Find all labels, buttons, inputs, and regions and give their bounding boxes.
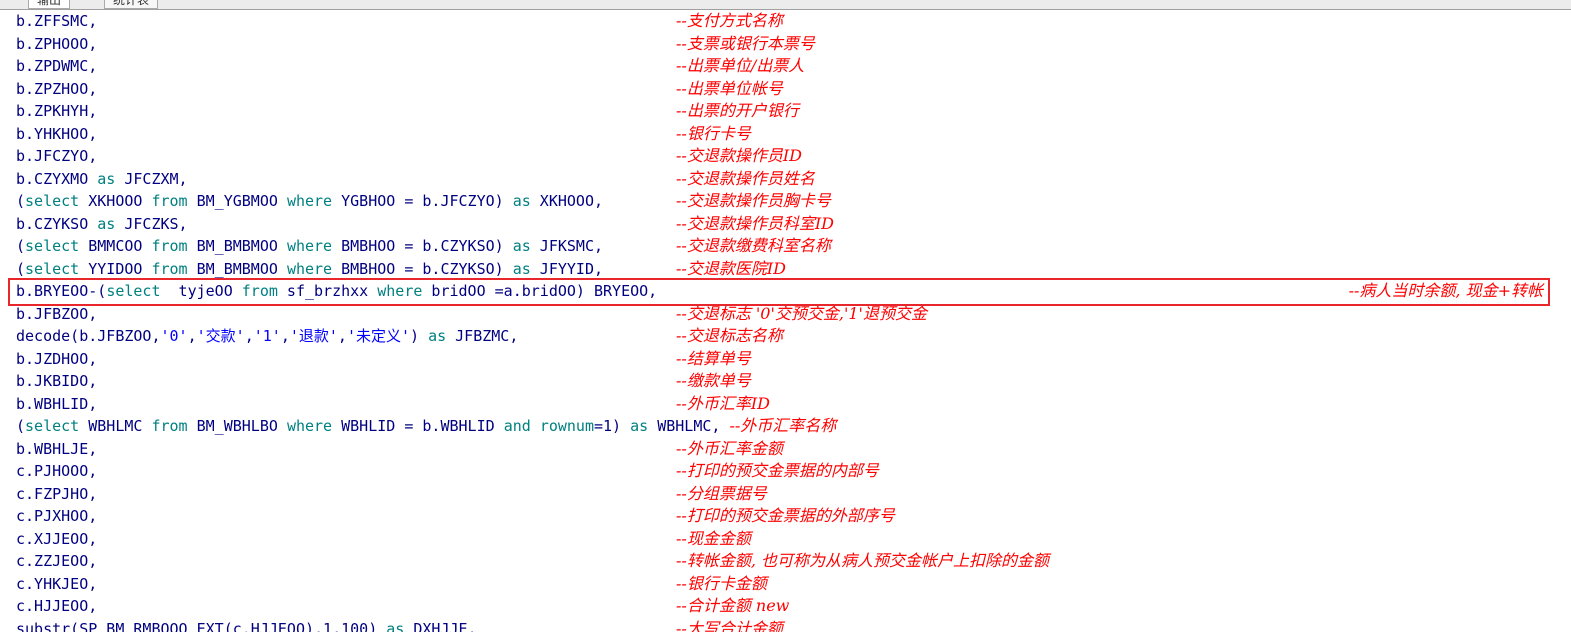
code-comment: --外币汇率ID: [676, 393, 770, 413]
code-comment: --转帐金额, 也可称为从病人预交金帐户上扣除的金额: [676, 551, 1049, 570]
code-line: b.ZFFSMC, --支付方式名称: [0, 10, 1571, 33]
code-text: b.ZFFSMC,: [16, 12, 98, 30]
code-comment: --银行卡号: [676, 123, 751, 143]
code-line: c.ZZJEOO, --转帐金额, 也可称为从病人预交金帐户上扣除的金额: [0, 550, 1571, 573]
code-text: (select WBHLMC from BM_WBHLBO where WBHL…: [16, 416, 837, 435]
code-comment: --交退款操作员姓名: [676, 168, 815, 188]
code-line: b.JFBZOO, --交退标志 '0'交预交金,'1'退预交金: [0, 303, 1571, 326]
code-comment: --分组票据号: [676, 483, 767, 503]
code-line: b.BRYEOO-(select tyjeOO from sf_brzhxx w…: [0, 280, 1571, 303]
code-text: b.JFCZYO,: [16, 147, 98, 165]
code-comment: --交退款操作员科室ID: [676, 213, 834, 233]
code-line: c.YHKJEO, --银行卡金额: [0, 573, 1571, 596]
code-line: c.PJHOOO, --打印的预交金票据的内部号: [0, 460, 1571, 483]
code-line: (select BMMCOO from BM_BMBMOO where BMBH…: [0, 235, 1571, 258]
tab-statistics[interactable]: 统计表: [104, 0, 159, 9]
code-text: decode(b.JFBZOO,'0','交款','1','退款','未定义')…: [16, 327, 519, 345]
code-text: b.ZPZHOO,: [16, 79, 98, 98]
code-text: b.WBHLJE,: [16, 439, 98, 458]
code-text: b.BRYEOO-(select tyjeOO from sf_brzhxx w…: [16, 282, 658, 300]
code-text: b.CZYKSO as JFCZKS,: [16, 214, 188, 233]
code-comment: --外币汇率金额: [676, 438, 783, 458]
code-text: b.JKBIDO,: [16, 372, 98, 390]
code-text: c.PJXHOO,: [16, 507, 98, 525]
code-text: c.FZPJHO,: [16, 484, 98, 503]
tab-output[interactable]: 输出: [28, 0, 71, 9]
code-line: b.WBHLID, --外币汇率ID: [0, 393, 1571, 416]
code-text: b.JZDHOO,: [16, 349, 98, 368]
code-line: substr(SP_BM_RMBOOO_EXT(c.HJJEOO),1,100)…: [0, 618, 1571, 632]
code-text: b.ZPHOOO,: [16, 34, 98, 53]
code-comment: --合计金额 new: [676, 596, 790, 615]
code-text: substr(SP_BM_RMBOOO_EXT(c.HJJEOO),1,100)…: [16, 619, 477, 632]
code-comment: --交退款操作员ID: [676, 146, 802, 165]
code-text: (select BMMCOO from BM_BMBMOO where BMBH…: [16, 237, 604, 255]
code-comment: --出票单位/出票人: [676, 56, 805, 75]
sql-editor[interactable]: b.ZFFSMC, --支付方式名称 b.ZPHOOO, --支票或银行本票号 b.ZP…: [0, 10, 1571, 632]
code-text: (select YYIDOO from BM_BMBMOO where BMBH…: [16, 259, 604, 278]
code-line: b.ZPHOOO, --支票或银行本票号: [0, 33, 1571, 56]
code-line: b.JKBIDO, --缴款单号: [0, 370, 1571, 393]
code-text: b.CZYXMO as JFCZXM,: [16, 169, 188, 188]
code-line: decode(b.JFBZOO,'0','交款','1','退款','未定义')…: [0, 325, 1571, 348]
code-comment: --缴款单号: [676, 371, 751, 390]
code-line: b.ZPDWMC, --出票单位/出票人: [0, 55, 1571, 78]
code-text: c.HJJEOO,: [16, 597, 98, 615]
code-comment: --交退标志名称: [676, 326, 783, 345]
code-line: b.CZYKSO as JFCZKS, --交退款操作员科室ID: [0, 213, 1571, 236]
code-line: b.WBHLJE, --外币汇率金额: [0, 438, 1571, 461]
code-comment: --大写合计金额: [676, 618, 783, 632]
code-line: c.XJJEOO, --现金金额: [0, 528, 1571, 551]
code-comment: --支票或银行本票号: [676, 33, 815, 53]
code-line: c.HJJEOO, --合计金额 new: [0, 595, 1571, 618]
code-comment: --交退标志 '0'交预交金,'1'退预交金: [676, 303, 927, 323]
code-text: b.WBHLID,: [16, 394, 98, 413]
code-line: b.ZPKHYH, --出票的开户银行: [0, 100, 1571, 123]
code-text: b.JFBZOO,: [16, 304, 98, 323]
code-comment: --打印的预交金票据的外部序号: [676, 506, 895, 525]
code-text: c.ZZJEOO,: [16, 552, 98, 570]
result-tabstrip: 输出 统计表: [0, 0, 1571, 10]
code-line: (select YYIDOO from BM_BMBMOO where BMBH…: [0, 258, 1571, 281]
code-text: b.ZPDWMC,: [16, 57, 98, 75]
code-comment: --结算单号: [676, 348, 751, 368]
code-text: c.YHKJEO,: [16, 574, 98, 593]
code-comment: --病人当时余额, 现金+转帐: [1348, 281, 1543, 300]
code-line: (select XKHOOO from BM_YGBMOO where YGBH…: [0, 190, 1571, 213]
code-text: b.ZPKHYH,: [16, 102, 98, 120]
code-text: c.XJJEOO,: [16, 529, 98, 548]
code-comment: --外币汇率名称: [729, 416, 837, 435]
code-line: b.CZYXMO as JFCZXM, --交退款操作员姓名: [0, 168, 1571, 191]
code-line: c.PJXHOO, --打印的预交金票据的外部序号: [0, 505, 1571, 528]
code-line: (select WBHLMC from BM_WBHLBO where WBHL…: [0, 415, 1571, 438]
code-comment: --出票单位帐号: [676, 78, 783, 98]
code-line: b.ZPZHOO, --出票单位帐号: [0, 78, 1571, 101]
code-text: (select XKHOOO from BM_YGBMOO where YGBH…: [16, 192, 604, 210]
code-line: c.FZPJHO, --分组票据号: [0, 483, 1571, 506]
code-comment: --支付方式名称: [676, 11, 783, 30]
code-comment: --交退款操作员胸卡号: [676, 191, 831, 210]
code-line: b.JFCZYO, --交退款操作员ID: [0, 145, 1571, 168]
code-text: b.YHKHOO,: [16, 124, 98, 143]
code-line: b.JZDHOO, --结算单号: [0, 348, 1571, 371]
code-comment: --出票的开户银行: [676, 101, 799, 120]
code-comment: --现金金额: [676, 528, 751, 548]
code-comment: --打印的预交金票据的内部号: [676, 461, 879, 480]
code-comment: --银行卡金额: [676, 573, 767, 593]
code-text: c.PJHOOO,: [16, 462, 98, 480]
code-comment: --交退款医院ID: [676, 258, 786, 278]
code-comment: --交退款缴费科室名称: [676, 236, 831, 255]
code-line: b.YHKHOO, --银行卡号: [0, 123, 1571, 146]
